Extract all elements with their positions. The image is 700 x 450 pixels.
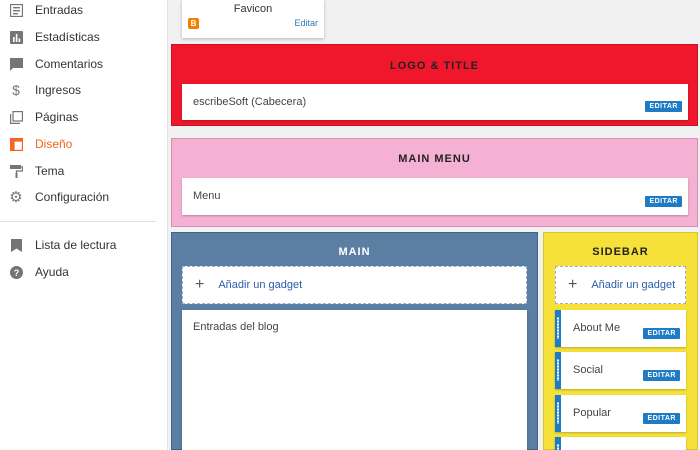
widget-label: Social [573,364,603,376]
nav-item-label: Páginas [35,110,79,124]
nav-divider [0,221,156,222]
section-title: MAIN [338,246,371,258]
about-me-widget[interactable]: About Me EDITAR [555,310,686,347]
nav-item-tema[interactable]: Tema [0,159,168,183]
layout-icon [9,137,23,151]
nav-item-label: Ingresos [35,83,82,97]
plus-icon: + [568,276,578,293]
edit-button[interactable]: EDITAR [643,328,680,339]
drag-handle[interactable] [555,437,561,450]
drag-handle[interactable] [555,310,561,347]
widget-label: escribeSoft (Cabecera) [193,96,307,108]
blogger-icon: B [188,18,199,29]
nav-item-lista-de-lectura[interactable]: Lista de lectura [0,233,168,257]
gear-icon: ⚙ [9,189,23,206]
nav-item-diseno[interactable]: Diseño [0,132,168,156]
svg-text:?: ? [13,268,19,278]
main-section: MAIN + Añadir un gadget Entradas del blo… [171,232,538,450]
nav-item-entradas[interactable]: Entradas [0,0,168,22]
add-gadget-button[interactable]: + Añadir un gadget [182,266,527,304]
add-gadget-label: Añadir un gadget [591,279,676,291]
social-widget[interactable]: Social EDITAR [555,352,686,389]
nav-item-ingresos[interactable]: $ Ingresos [0,78,168,102]
nav-item-label: Tema [35,164,65,178]
nav-item-configuracion[interactable]: ⚙ Configuración [0,185,168,209]
drag-handle[interactable] [555,395,561,432]
header-widget[interactable]: escribeSoft (Cabecera) EDITAR [182,84,688,120]
paint-roller-icon [9,164,23,178]
nav-item-label: Entradas [35,3,84,17]
nav-item-ayuda[interactable]: ? Ayuda [0,260,168,284]
popular-widget[interactable]: Popular EDITAR [555,395,686,432]
widget-label: Menu [193,190,221,202]
edit-button[interactable]: EDITAR [645,101,682,112]
widget-label: Popular [573,407,611,419]
edit-button[interactable]: EDITAR [645,196,682,207]
logo-title-section: LOGO & TITLE escribeSoft (Cabecera) EDIT… [171,44,698,126]
main-menu-section: MAIN MENU Menu EDITAR [171,138,698,227]
edit-button[interactable]: EDITAR [643,413,680,424]
nav-item-comentarios[interactable]: Comentarios [0,52,168,76]
nav-item-label: Estadísticas [35,30,100,44]
next-widget-partial[interactable] [555,437,686,450]
widget-label: About Me [573,322,621,334]
comments-icon [9,57,23,71]
favicon-edit-link[interactable]: Editar [294,18,318,28]
section-title: LOGO & TITLE [390,60,479,72]
widget-label: Entradas del blog [193,321,279,333]
nav-item-label: Diseño [35,137,73,151]
dollar-icon: $ [12,82,20,98]
help-icon: ? [9,265,23,279]
nav-item-label: Comentarios [35,57,104,71]
favicon-widget: Favicon B Editar [182,0,324,38]
sidebar-section: SIDEBAR + Añadir un gadget About Me EDIT… [543,232,698,450]
stats-icon [9,30,23,44]
menu-widget[interactable]: Menu EDITAR [182,178,688,215]
blog-posts-widget[interactable]: Entradas del blog [182,310,527,450]
section-title: SIDEBAR [592,246,649,258]
bookmark-icon [9,238,23,252]
posts-icon [9,3,23,17]
add-gadget-label: Añadir un gadget [218,279,303,291]
nav-item-label: Lista de lectura [35,238,117,252]
nav-item-estadisticas[interactable]: Estadísticas [0,25,168,49]
section-title: MAIN MENU [398,153,471,165]
add-gadget-button[interactable]: + Añadir un gadget [555,266,686,304]
nav-item-label: Configuración [35,190,110,204]
edit-button[interactable]: EDITAR [643,370,680,381]
nav-item-paginas[interactable]: Páginas [0,105,168,129]
favicon-title: Favicon [233,3,273,15]
nav-item-label: Ayuda [35,265,69,279]
pages-icon [9,110,23,124]
plus-icon: + [195,276,205,293]
drag-handle[interactable] [555,352,561,389]
left-navigation: Entradas Estadísticas Comentarios $ Ingr… [0,0,168,450]
